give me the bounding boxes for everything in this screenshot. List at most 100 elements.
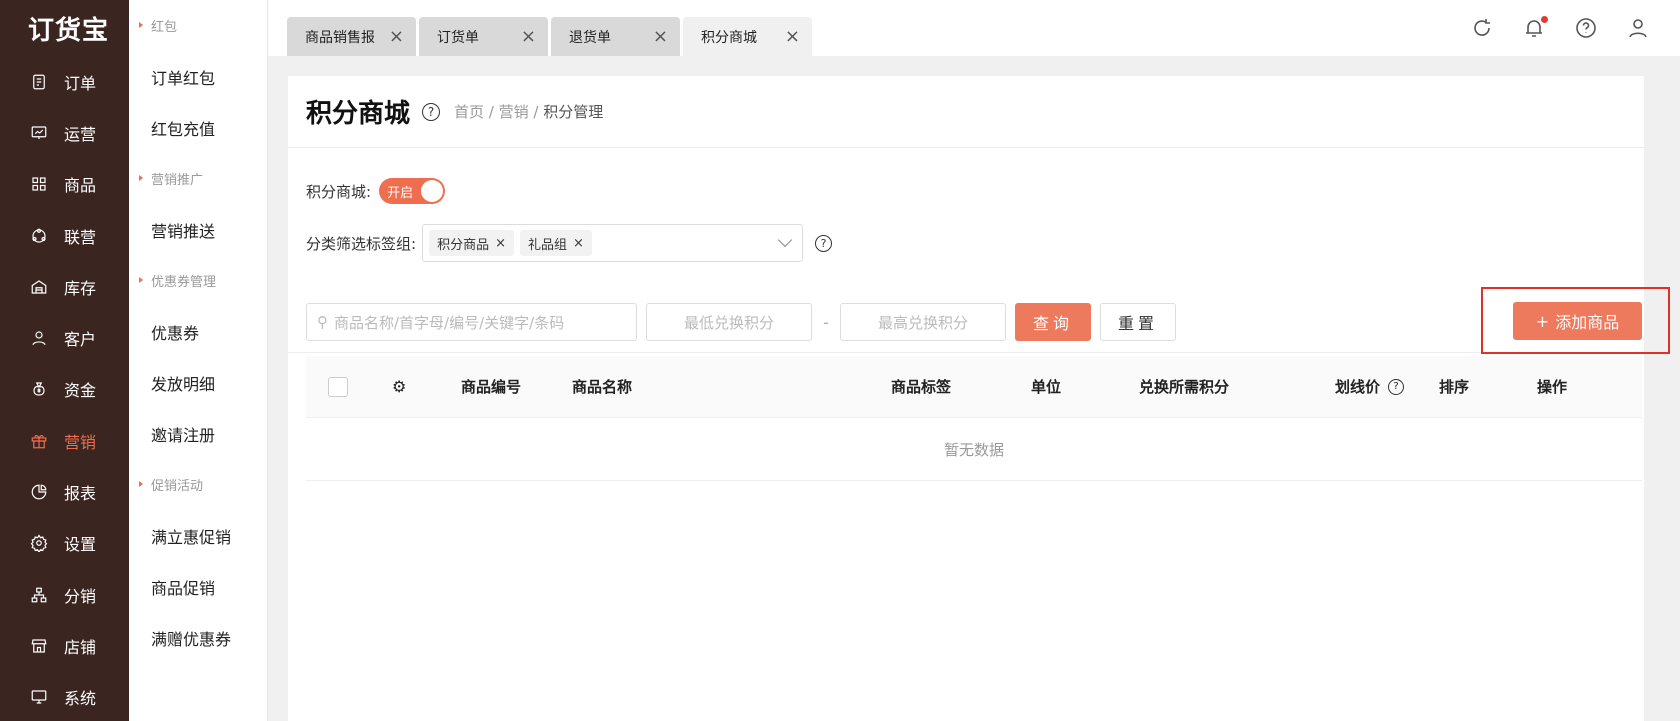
tag-chip-label: 积分商品 [437,237,490,253]
mall-switch-label: 积分商城: [306,182,372,201]
empty-state: 暂无数据 [306,418,1642,481]
tag-filter-label: 分类筛选标签组: [306,234,417,253]
tag-select[interactable]: 积分商品 × 礼品组 × [422,224,804,262]
tab-points-mall[interactable]: 积分商城 × [683,17,812,56]
column-header: 兑换所需积分 [1139,378,1230,396]
column-header: 划线价 [1335,378,1381,396]
nav-label: 联营 [64,227,97,247]
submenu-item-order-red-packet[interactable]: 订单红包 [129,51,267,102]
nav-label: 设置 [64,535,97,555]
submenu-item-gift-coupon[interactable]: 满赠优惠券 [129,612,267,663]
column-header: 商品编号 [461,378,522,396]
main-sidebar: 订货宝 订单 运营 商品 联营 库存 客户 资金 营销 报表 设置 分销 店铺 … [0,0,129,721]
tab-sales-report[interactable]: 商品销售报 × [287,17,416,56]
add-product-label: 添加商品 [1555,313,1620,332]
reset-button[interactable]: 重置 [1100,303,1176,341]
submenu-item-red-packet-recharge[interactable]: 红包充值 [129,102,267,153]
chart-icon [31,126,47,139]
min-points-input[interactable]: 最低兑换积分 [646,303,812,341]
tab-strip: 商品销售报 × 订货单 × 退货单 × 积分商城 × [287,17,812,56]
breadcrumb: 首页 / 营销 / 积分管理 [454,103,604,121]
nav-item-order[interactable]: 订单 [0,56,129,107]
gear-icon [30,534,48,553]
submenu-item-invite-register[interactable]: 邀请注册 [129,408,267,459]
nav-item-distribution[interactable]: 分销 [0,569,129,620]
nav-list: 订单 运营 商品 联营 库存 客户 资金 营销 报表 设置 分销 店铺 系统 [0,56,129,721]
nav-label: 店铺 [64,637,97,657]
nav-item-store[interactable]: 店铺 [0,620,129,671]
nav-label: 营销 [64,432,97,452]
money-bag-icon [33,382,45,397]
add-product-button[interactable]: + 添加商品 [1513,302,1642,340]
nav-item-joint[interactable]: 联营 [0,210,129,261]
tab-label: 商品销售报 [305,29,375,46]
help-icon[interactable]: ? [1388,378,1404,395]
submenu-item-coupon[interactable]: 优惠券 [129,306,267,357]
nav-item-report[interactable]: 报表 [0,466,129,517]
submenu-group-sales-activity: 促销活动 [129,459,267,510]
grid-icon [32,177,46,191]
submenu-item-product-promotion[interactable]: 商品促销 [129,561,267,612]
tag-chip: 积分商品 × [429,230,514,256]
close-icon[interactable]: × [495,236,506,251]
nav-label: 订单 [64,73,97,93]
close-icon[interactable]: × [653,27,668,46]
column-header: 商品标签 [891,378,952,396]
top-actions [1470,16,1650,40]
tab-label: 订货单 [437,29,479,46]
product-table: ⚙ 商品编号 商品名称 商品标签 单位 兑换所需积分 划线价 ? 排序 操作 暂… [306,356,1642,481]
mall-switch-row: 积分商城: 开启 [306,178,1626,204]
max-points-input[interactable]: 最高兑换积分 [840,303,1006,341]
breadcrumb-home[interactable]: 首页 [454,103,484,121]
app: 订货宝 订单 运营 商品 联营 库存 客户 资金 营销 报表 设置 分销 店铺 … [0,0,1680,721]
monitor-icon [31,690,47,704]
tree-icon [31,587,47,602]
nav-item-operation[interactable]: 运营 [0,107,129,158]
nav-item-inventory[interactable]: 库存 [0,261,129,312]
user-icon [32,331,46,346]
nav-label: 报表 [64,484,97,504]
nav-item-marketing[interactable]: 营销 [0,415,129,466]
close-icon[interactable]: × [521,27,536,46]
search-input[interactable]: ⚲ 商品名称/首字母/编号/关键字/条码 [306,303,637,341]
help-icon[interactable] [1574,16,1598,40]
nav-item-settings[interactable]: 设置 [0,518,129,569]
share-icon [32,228,46,243]
tab-label: 积分商城 [701,29,757,46]
chevron-down-icon[interactable] [777,232,793,248]
breadcrumb-marketing[interactable]: 营销 [499,103,529,121]
submenu-item-full-discount[interactable]: 满立惠促销 [129,510,267,561]
refresh-icon[interactable] [1470,16,1494,40]
submenu-item-issue-detail[interactable]: 发放明细 [129,357,267,408]
mall-toggle[interactable]: 开启 [379,178,446,204]
search-placeholder: 商品名称/首字母/编号/关键字/条码 [334,313,565,332]
toggle-knob [421,180,444,202]
logo: 订货宝 [28,15,110,46]
nav-label: 客户 [64,330,97,350]
submenu-group-coupon: 优惠券管理 [129,255,267,306]
nav-item-product[interactable]: 商品 [0,159,129,210]
nav-item-system[interactable]: 系统 [0,672,129,721]
page-title: 积分商城 [306,99,411,129]
tab-return-order[interactable]: 退货单 × [551,17,680,56]
close-icon[interactable]: × [573,236,584,251]
nav-item-funds[interactable]: 资金 [0,364,129,415]
table-header: ⚙ 商品编号 商品名称 商品标签 单位 兑换所需积分 划线价 ? 排序 操作 [306,356,1642,418]
user-icon[interactable] [1626,16,1650,40]
nav-item-customer[interactable]: 客户 [0,312,129,363]
bell-icon[interactable] [1522,16,1548,40]
range-dash: - [823,312,829,332]
warehouse-icon [31,280,47,294]
close-icon[interactable]: × [389,27,404,46]
pie-icon [31,484,47,500]
submenu-item-marketing-push[interactable]: 营销推送 [129,204,267,255]
column-header: 排序 [1439,378,1470,396]
submenu-group-red-packet: 红包 [129,0,267,51]
settings-icon[interactable]: ⚙ [392,377,406,396]
close-icon[interactable]: × [785,27,800,46]
select-all-checkbox[interactable] [328,376,348,397]
help-icon[interactable]: ? [422,102,441,121]
tab-purchase-order[interactable]: 订货单 × [419,17,548,56]
query-button[interactable]: 查询 [1015,303,1091,341]
help-icon[interactable]: ? [815,234,833,252]
